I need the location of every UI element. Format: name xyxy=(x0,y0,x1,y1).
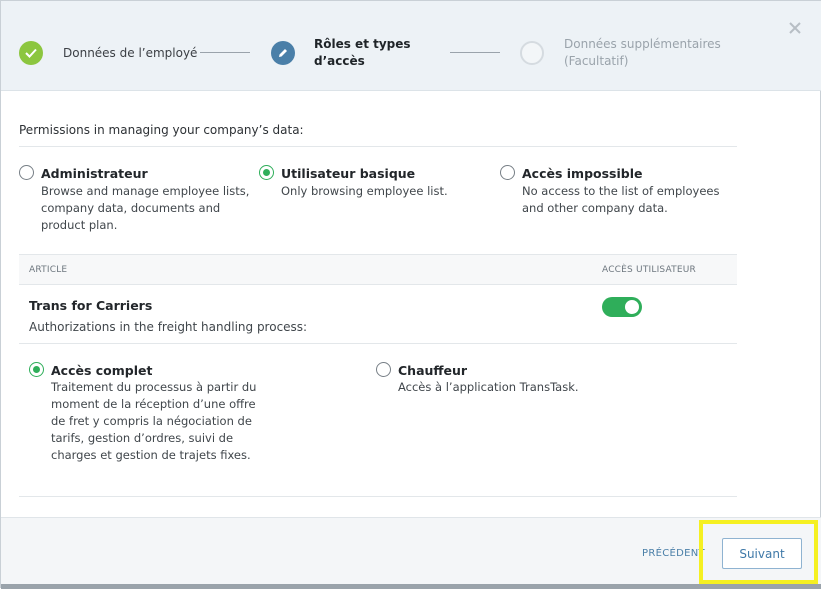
access-table-header: ARTICLE ACCÈS UTILISATEUR xyxy=(19,254,737,285)
step-connector xyxy=(200,52,250,53)
wizard-stepper: Données de l’employé Rôles et types d’ac… xyxy=(1,1,821,91)
article-desc: Authorizations in the freight handling p… xyxy=(29,320,308,334)
option-title: Accès impossible xyxy=(522,166,643,181)
option-title: Chauffeur xyxy=(398,363,468,378)
step-1-check-icon xyxy=(19,41,43,65)
divider xyxy=(19,343,737,344)
employee-wizard-modal: Données de l’employé Rôles et types d’ac… xyxy=(0,0,821,589)
close-icon[interactable] xyxy=(788,21,802,35)
option-title: Accès complet xyxy=(51,363,153,378)
permissions-intro: Permissions in managing your company’s d… xyxy=(19,123,304,137)
column-article: ARTICLE xyxy=(29,265,68,275)
divider xyxy=(19,146,737,147)
step-2-pencil-icon xyxy=(271,41,295,65)
option-desc: Only browsing employee list. xyxy=(281,184,448,198)
step-3-circle-icon xyxy=(520,41,544,65)
access-toggle[interactable] xyxy=(602,297,642,317)
step-1-label: Données de l’employé xyxy=(63,46,198,60)
next-button[interactable]: Suivant xyxy=(722,538,802,569)
divider xyxy=(19,496,737,497)
bottom-bar xyxy=(1,584,821,589)
step-3-label: Données supplémentaires (Facultatif) xyxy=(564,37,721,68)
option-title: Utilisateur basique xyxy=(281,166,416,181)
option-desc: Traitement du processus à partir du mome… xyxy=(51,380,257,462)
option-desc: Browse and manage employee lists, compan… xyxy=(41,184,250,232)
option-desc: No access to the list of employees and o… xyxy=(522,184,720,215)
option-desc: Accès à l’application TransTask. xyxy=(398,380,579,394)
radio-utilisateur-basique[interactable] xyxy=(259,165,274,180)
radio-administrateur[interactable] xyxy=(19,165,34,180)
step-connector xyxy=(450,52,500,53)
step-2-label: Rôles et types d’accès xyxy=(314,37,411,68)
toggle-knob xyxy=(625,300,639,314)
column-user-access: ACCÈS UTILISATEUR xyxy=(602,265,696,275)
option-title: Administrateur xyxy=(41,166,148,181)
previous-button[interactable]: PRÉCÉDENT xyxy=(642,548,705,559)
article-title: Trans for Carriers xyxy=(29,298,153,313)
radio-chauffeur[interactable] xyxy=(376,362,391,377)
radio-acces-impossible[interactable] xyxy=(500,165,515,180)
radio-acces-complet[interactable] xyxy=(29,362,44,377)
